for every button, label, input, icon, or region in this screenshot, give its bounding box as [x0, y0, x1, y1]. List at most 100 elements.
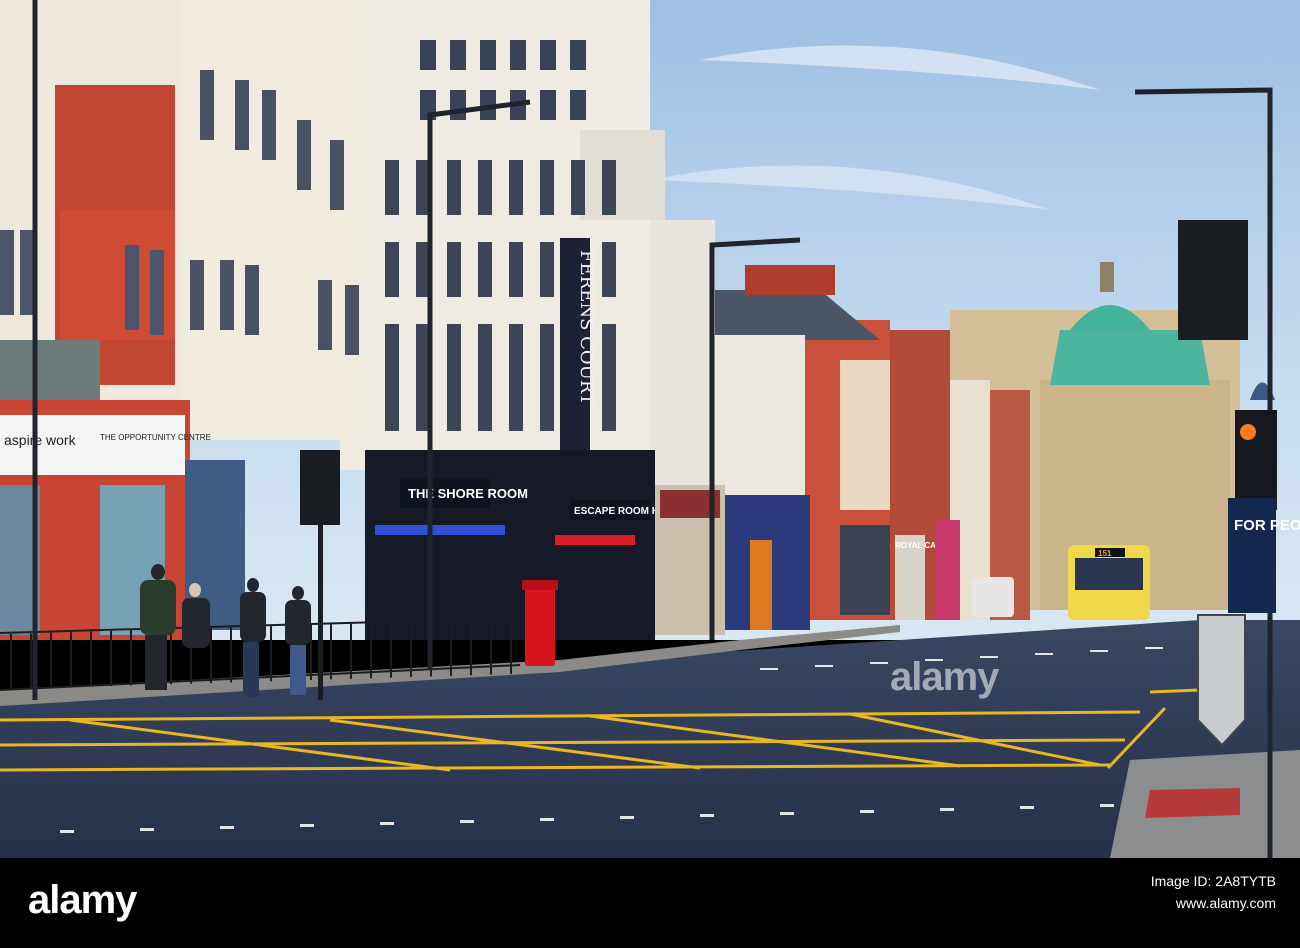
railing-post [110, 631, 112, 686]
window [510, 40, 526, 70]
window [0, 230, 14, 315]
window [385, 242, 399, 297]
alamy-logo[interactable]: alamy [28, 878, 137, 923]
railing-post [70, 632, 72, 688]
window [540, 90, 556, 120]
aspire-work-sign: aspire work [4, 432, 77, 448]
window [385, 160, 399, 215]
window [480, 40, 496, 70]
lane-dash [300, 824, 314, 827]
lane-dash [140, 828, 154, 831]
window [602, 376, 616, 431]
window [20, 230, 34, 315]
window [190, 260, 204, 330]
railing-post [390, 622, 392, 678]
lane-dash [60, 830, 74, 833]
lane-dash [1100, 804, 1114, 807]
window [345, 285, 359, 355]
shore-room-sign: THE SHORE ROOM [408, 486, 528, 501]
tactile-paving [1145, 788, 1240, 818]
window [509, 324, 523, 379]
window [509, 376, 523, 431]
window [509, 242, 523, 297]
window [450, 40, 466, 70]
window [200, 70, 214, 140]
lane-dash [1020, 806, 1034, 809]
lane-dash [780, 812, 794, 815]
window [602, 324, 616, 379]
window [570, 90, 586, 120]
lane-dash [870, 662, 888, 664]
lane-dash [815, 665, 833, 667]
window [540, 160, 554, 215]
ferens-court-text: FERENS COURT [576, 250, 597, 405]
window [385, 376, 399, 431]
bollard [1197, 614, 1246, 747]
window [540, 242, 554, 297]
post-box [522, 580, 558, 666]
window [478, 242, 492, 297]
bus: 151 [1068, 545, 1150, 620]
window [420, 40, 436, 70]
railing-post [50, 632, 52, 688]
railing-post [450, 620, 452, 676]
street-photo: FERENS COURT THE SHORE ROOM ESCAPE ROOM … [0, 0, 1300, 858]
lane-dash [540, 818, 554, 821]
window [447, 160, 461, 215]
railing-post [10, 634, 12, 689]
railing-post [270, 626, 272, 682]
window [478, 160, 492, 215]
alamy-watermark: alamy [890, 655, 999, 699]
window [318, 280, 332, 350]
window [330, 140, 344, 210]
railing-post [350, 623, 352, 679]
railing-post [330, 624, 332, 680]
window [540, 376, 554, 431]
window [570, 40, 586, 70]
lane-dash [220, 826, 234, 829]
railing-post [230, 627, 232, 683]
stock-footer: alamy Image ID: 2A8TYTB www.alamy.com [0, 858, 1300, 948]
lane-dash [1145, 647, 1163, 649]
bus-route-number: 151 [1098, 549, 1112, 558]
stock-photo-page: FERENS COURT THE SHORE ROOM ESCAPE ROOM … [0, 0, 1300, 948]
railing-post [130, 630, 132, 686]
window [447, 376, 461, 431]
railing-post [470, 620, 472, 676]
window [262, 90, 276, 160]
window [509, 160, 523, 215]
railing-post [210, 628, 212, 683]
window [297, 120, 311, 190]
opportunity-centre-sign: THE OPPORTUNITY CENTRE [100, 433, 211, 442]
window [125, 245, 139, 330]
railing-post [510, 619, 512, 674]
lane-dash [940, 808, 954, 811]
lane-dash [700, 814, 714, 817]
lane-dash [860, 810, 874, 813]
site-url[interactable]: www.alamy.com [1151, 892, 1276, 914]
window [602, 160, 616, 215]
lane-dash [460, 820, 474, 823]
white-van [972, 577, 1014, 617]
lane-dash [1090, 650, 1108, 652]
lane-dash [1035, 653, 1053, 655]
ad-panel-text: FOR PEOP WHO LOV HUL [1234, 517, 1300, 534]
window [150, 250, 164, 335]
window [478, 324, 492, 379]
window [235, 80, 249, 150]
railing-post [490, 619, 492, 675]
window [447, 324, 461, 379]
window [245, 265, 259, 335]
window [571, 160, 585, 215]
street-scene-svg: FERENS COURT THE SHORE ROOM ESCAPE ROOM … [0, 0, 1300, 858]
window [450, 90, 466, 120]
railing-post [410, 622, 412, 677]
railing-post [370, 623, 372, 679]
window [478, 376, 492, 431]
window [385, 324, 399, 379]
window [447, 242, 461, 297]
railing-post [30, 633, 32, 689]
image-id: Image ID: 2A8TYTB [1150, 873, 1276, 889]
window [540, 40, 556, 70]
window [602, 242, 616, 297]
